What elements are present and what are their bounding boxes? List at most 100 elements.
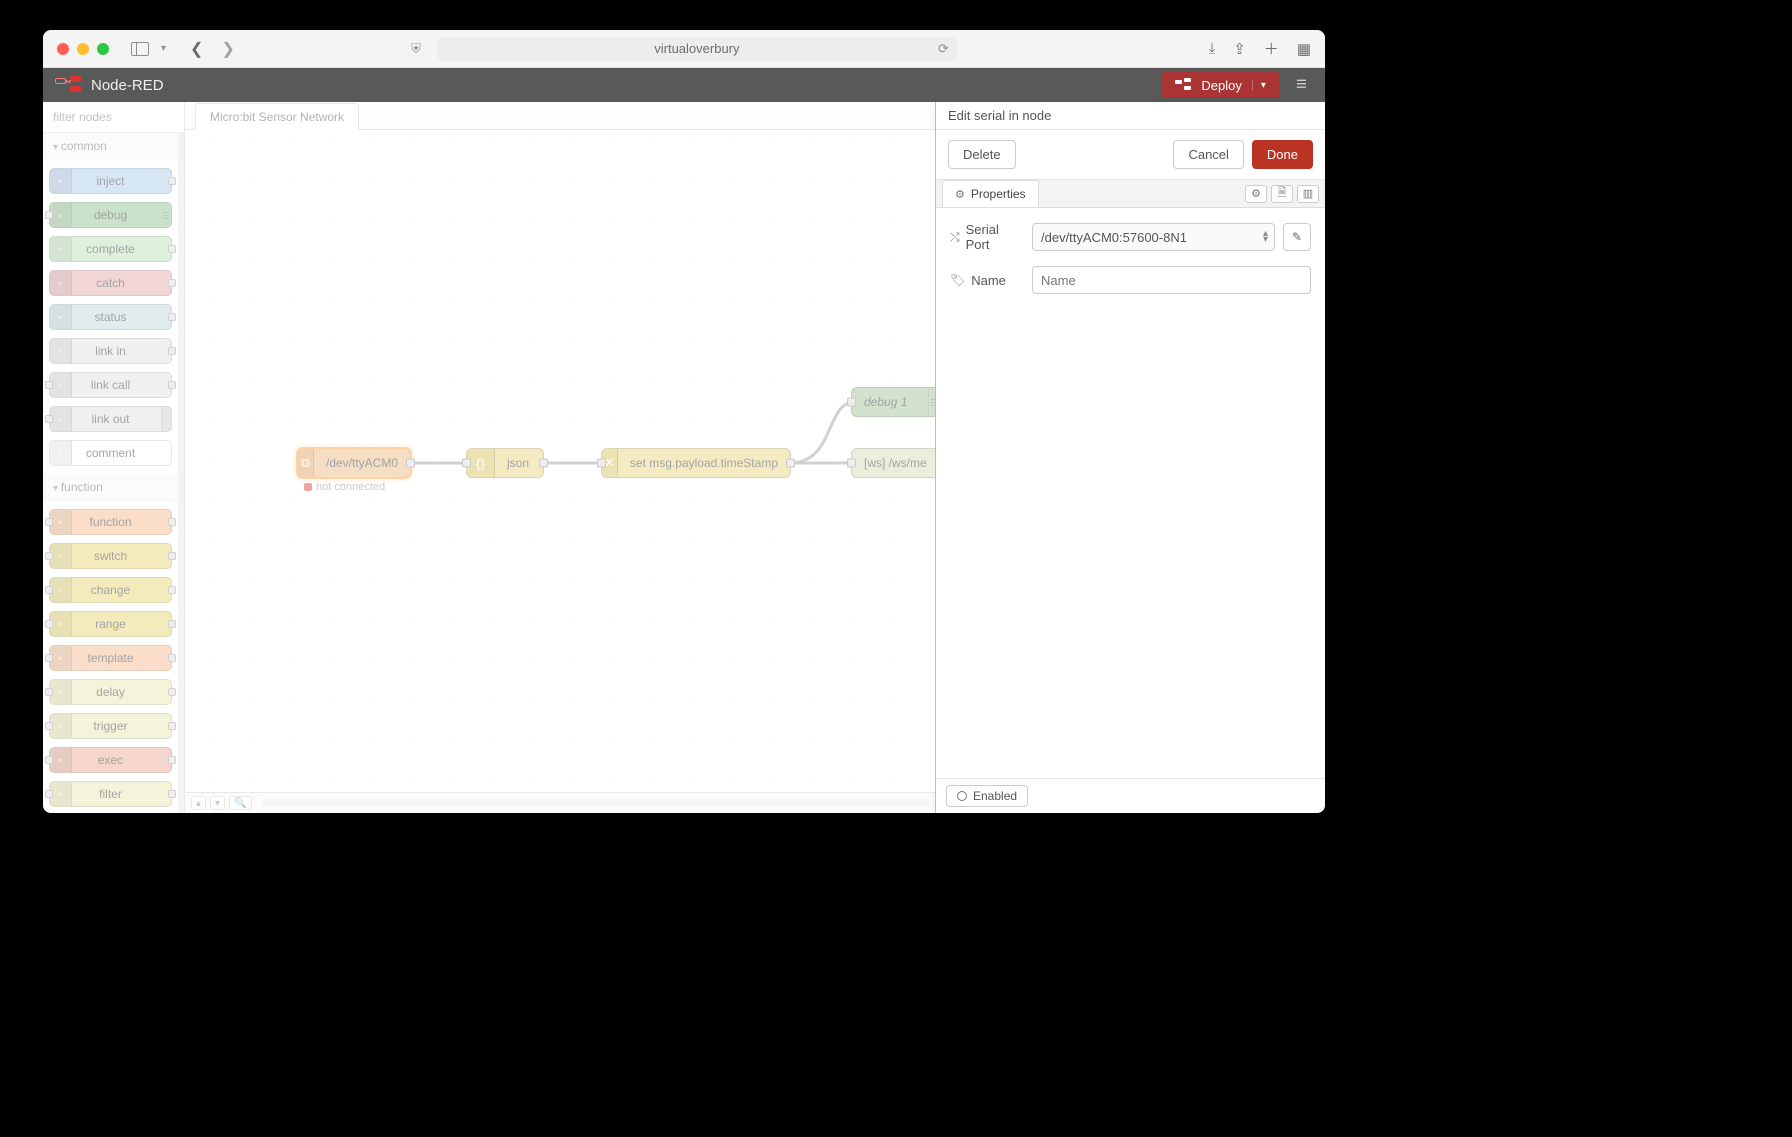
palette-node-switch[interactable]: ◦switch <box>49 543 172 569</box>
footer-search-button[interactable]: 🔍 <box>229 796 251 810</box>
done-button[interactable]: Done <box>1252 140 1313 169</box>
footer-down-button[interactable]: ▾ <box>210 796 225 810</box>
palette-scroll[interactable]: common ◦inject ◦debug ◦complete ◦catch ◦stat… <box>43 133 184 813</box>
palette-node-catch[interactable]: ◦catch <box>49 270 172 296</box>
output-port[interactable] <box>786 459 795 468</box>
input-port[interactable] <box>847 459 856 468</box>
palette-node-link-in[interactable]: ◦link in <box>49 338 172 364</box>
flow-canvas[interactable]: ⧉ /dev/ttyACM0 not connected {} json ✕ s… <box>185 130 935 792</box>
palette-node-label: function <box>89 515 131 529</box>
output-port[interactable] <box>168 552 176 560</box>
output-port[interactable] <box>168 756 176 764</box>
input-port[interactable] <box>45 552 53 560</box>
output-port[interactable] <box>168 279 176 287</box>
edit-form: ⤭Serial Port /dev/ttyACM0:57600-8N1 ▴▾ ✎… <box>936 208 1325 322</box>
share-icon[interactable]: ⇪ <box>1233 40 1246 58</box>
palette-node-function[interactable]: ◦function <box>49 509 172 535</box>
palette-node-inject[interactable]: ◦inject <box>49 168 172 194</box>
input-port[interactable] <box>45 586 53 594</box>
tabs-overview-icon[interactable]: ▦ <box>1297 40 1311 58</box>
palette-node-range[interactable]: ◦range <box>49 611 172 637</box>
cancel-button[interactable]: Cancel <box>1173 140 1243 169</box>
palette-node-icon: ◦ <box>50 748 72 772</box>
output-port[interactable] <box>168 790 176 798</box>
serial-port-select[interactable]: /dev/ttyACM0:57600-8N1 ▴▾ <box>1032 223 1275 251</box>
palette-node-filter[interactable]: ◦filter <box>49 781 172 807</box>
palette-node-template[interactable]: ◦template <box>49 645 172 671</box>
delete-button[interactable]: Delete <box>948 140 1016 169</box>
minimize-window-button[interactable] <box>77 43 89 55</box>
palette-filter-input[interactable] <box>49 108 178 126</box>
output-port[interactable] <box>168 177 176 185</box>
palette-node-change[interactable]: ◦change <box>49 577 172 603</box>
name-input[interactable] <box>1032 266 1311 294</box>
edit-serial-config-button[interactable]: ✎ <box>1283 223 1311 251</box>
input-port[interactable] <box>45 620 53 628</box>
palette-node-debug[interactable]: ◦debug <box>49 202 172 228</box>
output-port[interactable] <box>539 459 548 468</box>
input-port[interactable] <box>45 756 53 764</box>
output-port[interactable] <box>168 347 176 355</box>
nav-forward-button[interactable]: ❯ <box>221 39 234 59</box>
output-port[interactable] <box>168 381 176 389</box>
tab-description-icon[interactable]: 🗎 <box>1271 185 1293 203</box>
deploy-button[interactable]: Deploy ▾ <box>1161 72 1280 98</box>
input-port[interactable] <box>462 459 471 468</box>
privacy-shield-icon[interactable]: ⛨ <box>411 41 421 57</box>
flow-node-json[interactable]: {} json <box>466 448 544 478</box>
flow-node-debug[interactable]: debug 1 <box>851 387 935 417</box>
palette-node-delay[interactable]: ◦delay <box>49 679 172 705</box>
flow-node-serial-in[interactable]: ⧉ /dev/ttyACM0 not connected <box>297 448 411 478</box>
input-port[interactable] <box>45 415 53 423</box>
properties-tab[interactable]: ⚙ Properties <box>942 180 1039 207</box>
output-port[interactable] <box>168 586 176 594</box>
tab-settings-icon[interactable]: ⚙ <box>1245 185 1267 203</box>
reload-icon[interactable]: ⟳ <box>938 41 949 57</box>
hamburger-menu-button[interactable]: ≡ <box>1290 74 1313 96</box>
workspace-tab[interactable]: Micro:bit Sensor Network <box>195 103 359 130</box>
palette-category-function[interactable]: function <box>43 474 178 501</box>
input-port[interactable] <box>45 722 53 730</box>
input-port[interactable] <box>45 518 53 526</box>
input-port[interactable] <box>45 654 53 662</box>
input-port[interactable] <box>847 398 856 407</box>
input-port[interactable] <box>45 211 53 219</box>
output-port[interactable] <box>168 518 176 526</box>
palette-node-link-out[interactable]: ◦link out <box>49 406 172 432</box>
output-port[interactable] <box>168 245 176 253</box>
palette-node-exec[interactable]: ◦exec <box>49 747 172 773</box>
tab-appearance-icon[interactable]: ▥ <box>1297 185 1319 203</box>
input-port[interactable] <box>45 790 53 798</box>
url-field[interactable]: virtualoverbury ⟳ <box>437 37 957 61</box>
output-port[interactable] <box>168 722 176 730</box>
edit-panel-actions: Delete Cancel Done <box>936 130 1325 180</box>
new-tab-icon[interactable]: ＋ <box>1264 38 1279 59</box>
output-port[interactable] <box>168 688 176 696</box>
palette-node-comment[interactable]: ◦comment <box>49 440 172 466</box>
output-port[interactable] <box>168 313 176 321</box>
maximize-window-button[interactable] <box>97 43 109 55</box>
palette-node-trigger[interactable]: ◦trigger <box>49 713 172 739</box>
palette-node-icon: ◦ <box>50 271 72 295</box>
palette-node-link-call[interactable]: ◦link call <box>49 372 172 398</box>
nav-back-button[interactable]: ❮ <box>190 39 203 59</box>
close-window-button[interactable] <box>57 43 69 55</box>
enabled-toggle[interactable]: Enabled <box>946 785 1028 807</box>
palette-node-status[interactable]: ◦status <box>49 304 172 330</box>
sidebar-menu-chevron-icon[interactable]: ▾ <box>161 43 166 54</box>
flow-node-change[interactable]: ✕ set msg.payload.timeStamp <box>601 448 791 478</box>
deploy-caret-icon[interactable]: ▾ <box>1252 80 1266 91</box>
footer-scrollbar[interactable] <box>262 799 929 807</box>
downloads-icon[interactable]: ⤓ <box>1209 40 1216 57</box>
output-port[interactable] <box>406 459 415 468</box>
output-port[interactable] <box>168 654 176 662</box>
output-port[interactable] <box>168 620 176 628</box>
sidebar-toggle-icon[interactable] <box>131 42 149 56</box>
flow-node-websocket[interactable]: [ws] /ws/me <box>851 448 935 478</box>
input-port[interactable] <box>45 381 53 389</box>
input-port[interactable] <box>45 688 53 696</box>
palette-node-complete[interactable]: ◦complete <box>49 236 172 262</box>
palette-category-common[interactable]: common <box>43 133 178 160</box>
input-port[interactable] <box>597 459 606 468</box>
footer-up-button[interactable]: ▴ <box>191 796 206 810</box>
